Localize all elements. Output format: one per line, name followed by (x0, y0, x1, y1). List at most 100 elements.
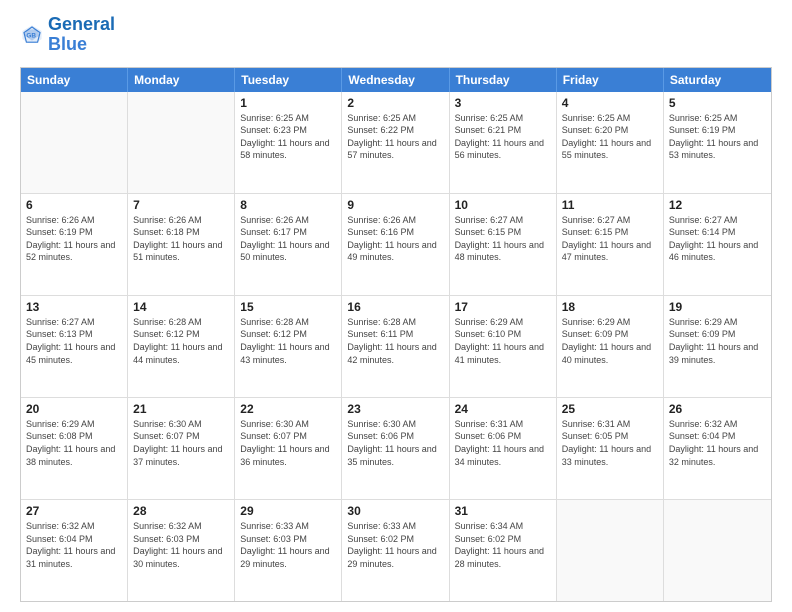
calendar-row: 27 Sunrise: 6:32 AM Sunset: 6:04 PM Dayli… (21, 500, 771, 601)
day-number: 20 (26, 402, 122, 416)
calendar-cell: 11 Sunrise: 6:27 AM Sunset: 6:15 PM Dayli… (557, 194, 664, 295)
calendar-cell: 20 Sunrise: 6:29 AM Sunset: 6:08 PM Dayli… (21, 398, 128, 499)
calendar-cell: 3 Sunrise: 6:25 AM Sunset: 6:21 PM Daylig… (450, 92, 557, 193)
calendar-cell: 26 Sunrise: 6:32 AM Sunset: 6:04 PM Dayli… (664, 398, 771, 499)
day-number: 28 (133, 504, 229, 518)
cell-detail: Sunrise: 6:31 AM Sunset: 6:05 PM Dayligh… (562, 418, 658, 468)
cell-detail: Sunrise: 6:27 AM Sunset: 6:14 PM Dayligh… (669, 214, 766, 264)
cell-detail: Sunrise: 6:29 AM Sunset: 6:09 PM Dayligh… (562, 316, 658, 366)
cell-detail: Sunrise: 6:25 AM Sunset: 6:19 PM Dayligh… (669, 112, 766, 162)
cell-detail: Sunrise: 6:32 AM Sunset: 6:03 PM Dayligh… (133, 520, 229, 570)
calendar-cell: 30Sunrise: 6:33 AM Sunset: 6:02 PM Dayli… (342, 500, 449, 601)
day-number: 11 (562, 198, 658, 212)
cell-detail: Sunrise: 6:30 AM Sunset: 6:07 PM Dayligh… (240, 418, 336, 468)
weekday-header-monday: Monday (128, 68, 235, 92)
cell-detail: Sunrise: 6:25 AM Sunset: 6:20 PM Dayligh… (562, 112, 658, 162)
cell-detail: Sunrise: 6:25 AM Sunset: 6:23 PM Dayligh… (240, 112, 336, 162)
day-number: 9 (347, 198, 443, 212)
cell-detail: Sunrise: 6:32 AM Sunset: 6:04 PM Dayligh… (669, 418, 766, 468)
calendar-row: 13 Sunrise: 6:27 AM Sunset: 6:13 PM Dayli… (21, 296, 771, 398)
calendar-cell: 19 Sunrise: 6:29 AM Sunset: 6:09 PM Dayli… (664, 296, 771, 397)
calendar-cell: 29Sunrise: 6:33 AM Sunset: 6:03 PM Dayli… (235, 500, 342, 601)
day-number: 19 (669, 300, 766, 314)
day-number: 8 (240, 198, 336, 212)
cell-detail: Sunrise: 6:34 AM Sunset: 6:02 PM Dayligh… (455, 520, 551, 570)
day-number: 22 (240, 402, 336, 416)
weekday-header-thursday: Thursday (450, 68, 557, 92)
day-number: 4 (562, 96, 658, 110)
logo: GB General Blue (20, 15, 115, 55)
weekday-header-saturday: Saturday (664, 68, 771, 92)
day-number: 25 (562, 402, 658, 416)
cell-detail: Sunrise: 6:28 AM Sunset: 6:12 PM Dayligh… (240, 316, 336, 366)
calendar-header: SundayMondayTuesdayWednesdayThursdayFrid… (21, 68, 771, 92)
weekday-header-sunday: Sunday (21, 68, 128, 92)
cell-detail: Sunrise: 6:28 AM Sunset: 6:12 PM Dayligh… (133, 316, 229, 366)
day-number: 1 (240, 96, 336, 110)
cell-detail: Sunrise: 6:29 AM Sunset: 6:08 PM Dayligh… (26, 418, 122, 468)
calendar-cell: 18 Sunrise: 6:29 AM Sunset: 6:09 PM Dayli… (557, 296, 664, 397)
calendar-cell: 8Sunrise: 6:26 AM Sunset: 6:17 PM Daylig… (235, 194, 342, 295)
calendar: SundayMondayTuesdayWednesdayThursdayFrid… (20, 67, 772, 602)
day-number: 26 (669, 402, 766, 416)
calendar-cell: 1 Sunrise: 6:25 AM Sunset: 6:23 PM Daylig… (235, 92, 342, 193)
calendar-cell: 12Sunrise: 6:27 AM Sunset: 6:14 PM Dayli… (664, 194, 771, 295)
calendar-cell: 13 Sunrise: 6:27 AM Sunset: 6:13 PM Dayli… (21, 296, 128, 397)
calendar-cell: 14 Sunrise: 6:28 AM Sunset: 6:12 PM Dayli… (128, 296, 235, 397)
calendar-cell: 7Sunrise: 6:26 AM Sunset: 6:18 PM Daylig… (128, 194, 235, 295)
day-number: 16 (347, 300, 443, 314)
calendar-cell: 5 Sunrise: 6:25 AM Sunset: 6:19 PM Daylig… (664, 92, 771, 193)
calendar-cell (128, 92, 235, 193)
day-number: 13 (26, 300, 122, 314)
calendar-row: 1 Sunrise: 6:25 AM Sunset: 6:23 PM Daylig… (21, 92, 771, 194)
day-number: 21 (133, 402, 229, 416)
calendar-cell (557, 500, 664, 601)
cell-detail: Sunrise: 6:31 AM Sunset: 6:06 PM Dayligh… (455, 418, 551, 468)
weekday-header-friday: Friday (557, 68, 664, 92)
cell-detail: Sunrise: 6:26 AM Sunset: 6:18 PM Dayligh… (133, 214, 229, 264)
cell-detail: Sunrise: 6:26 AM Sunset: 6:16 PM Dayligh… (347, 214, 443, 264)
calendar-cell: 9 Sunrise: 6:26 AM Sunset: 6:16 PM Daylig… (342, 194, 449, 295)
day-number: 23 (347, 402, 443, 416)
calendar-cell: 2Sunrise: 6:25 AM Sunset: 6:22 PM Daylig… (342, 92, 449, 193)
day-number: 24 (455, 402, 551, 416)
calendar-cell: 10 Sunrise: 6:27 AM Sunset: 6:15 PM Dayli… (450, 194, 557, 295)
calendar-cell: 16 Sunrise: 6:28 AM Sunset: 6:11 PM Dayli… (342, 296, 449, 397)
calendar-body: 1 Sunrise: 6:25 AM Sunset: 6:23 PM Daylig… (21, 92, 771, 601)
logo-text: General Blue (48, 15, 115, 55)
calendar-row: 6 Sunrise: 6:26 AM Sunset: 6:19 PM Daylig… (21, 194, 771, 296)
cell-detail: Sunrise: 6:27 AM Sunset: 6:13 PM Dayligh… (26, 316, 122, 366)
day-number: 31 (455, 504, 551, 518)
calendar-cell: 4 Sunrise: 6:25 AM Sunset: 6:20 PM Daylig… (557, 92, 664, 193)
cell-detail: Sunrise: 6:33 AM Sunset: 6:02 PM Dayligh… (347, 520, 443, 570)
calendar-cell: 31 Sunrise: 6:34 AM Sunset: 6:02 PM Dayli… (450, 500, 557, 601)
cell-detail: Sunrise: 6:32 AM Sunset: 6:04 PM Dayligh… (26, 520, 122, 570)
cell-detail: Sunrise: 6:27 AM Sunset: 6:15 PM Dayligh… (455, 214, 551, 264)
page: GB General Blue SundayMondayTuesdayWedne… (0, 0, 792, 612)
calendar-cell: 22 Sunrise: 6:30 AM Sunset: 6:07 PM Dayli… (235, 398, 342, 499)
cell-detail: Sunrise: 6:29 AM Sunset: 6:09 PM Dayligh… (669, 316, 766, 366)
cell-detail: Sunrise: 6:26 AM Sunset: 6:19 PM Dayligh… (26, 214, 122, 264)
cell-detail: Sunrise: 6:25 AM Sunset: 6:21 PM Dayligh… (455, 112, 551, 162)
calendar-cell (664, 500, 771, 601)
cell-detail: Sunrise: 6:28 AM Sunset: 6:11 PM Dayligh… (347, 316, 443, 366)
day-number: 18 (562, 300, 658, 314)
calendar-cell: 28 Sunrise: 6:32 AM Sunset: 6:03 PM Dayli… (128, 500, 235, 601)
day-number: 6 (26, 198, 122, 212)
day-number: 27 (26, 504, 122, 518)
day-number: 14 (133, 300, 229, 314)
day-number: 15 (240, 300, 336, 314)
calendar-cell: 21Sunrise: 6:30 AM Sunset: 6:07 PM Dayli… (128, 398, 235, 499)
calendar-cell: 24 Sunrise: 6:31 AM Sunset: 6:06 PM Dayli… (450, 398, 557, 499)
day-number: 5 (669, 96, 766, 110)
cell-detail: Sunrise: 6:30 AM Sunset: 6:06 PM Dayligh… (347, 418, 443, 468)
calendar-cell: 25 Sunrise: 6:31 AM Sunset: 6:05 PM Dayli… (557, 398, 664, 499)
cell-detail: Sunrise: 6:27 AM Sunset: 6:15 PM Dayligh… (562, 214, 658, 264)
calendar-cell: 17Sunrise: 6:29 AM Sunset: 6:10 PM Dayli… (450, 296, 557, 397)
day-number: 10 (455, 198, 551, 212)
day-number: 3 (455, 96, 551, 110)
logo-icon: GB (20, 23, 44, 47)
calendar-cell: 23 Sunrise: 6:30 AM Sunset: 6:06 PM Dayli… (342, 398, 449, 499)
calendar-cell: 27 Sunrise: 6:32 AM Sunset: 6:04 PM Dayli… (21, 500, 128, 601)
cell-detail: Sunrise: 6:33 AM Sunset: 6:03 PM Dayligh… (240, 520, 336, 570)
